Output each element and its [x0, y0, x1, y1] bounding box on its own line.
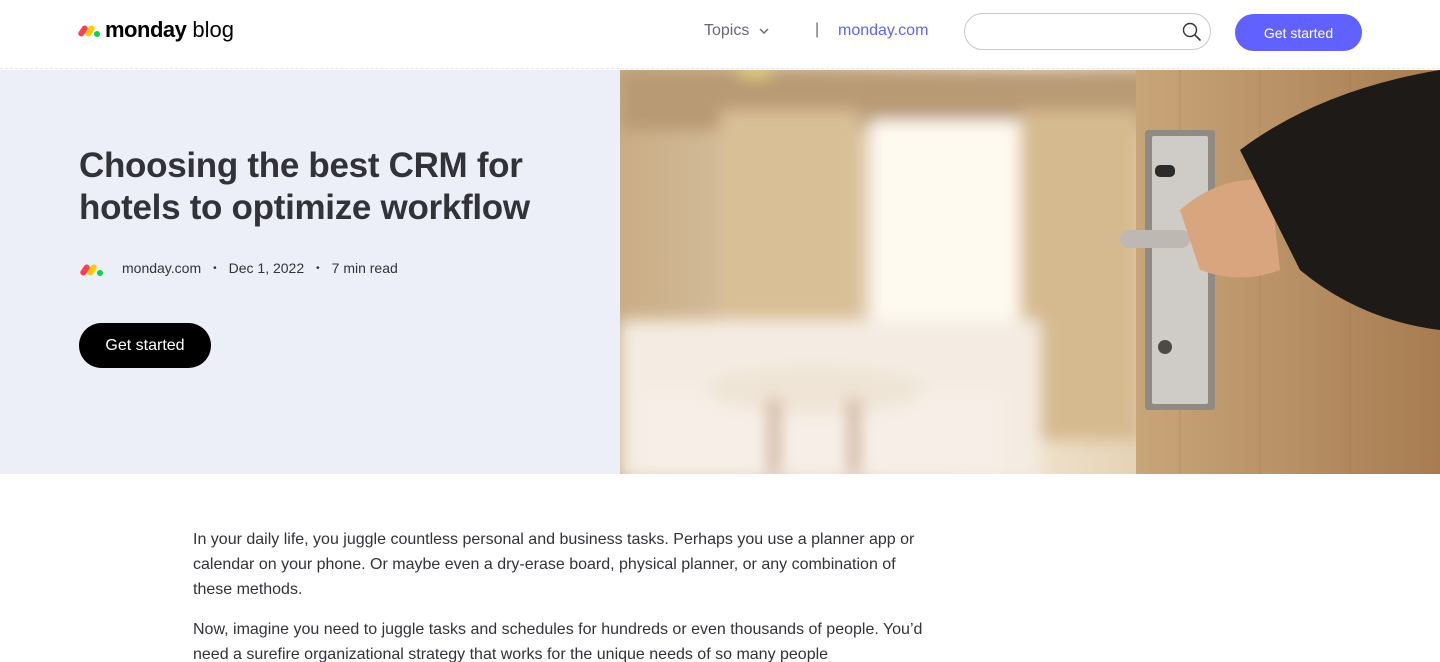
read-time: 7 min read	[331, 260, 398, 276]
hero-text-panel: Choosing the best CRM for hotels to opti…	[0, 70, 620, 474]
logo-blog-text: blog	[192, 17, 234, 42]
search-icon[interactable]	[1182, 22, 1202, 42]
header-get-started-button[interactable]: Get started	[1235, 14, 1362, 51]
search-input[interactable]	[981, 14, 1181, 49]
article-paragraph: In your daily life, you juggle countless…	[193, 531, 915, 598]
site-header: monday blog Topics | monday.com Get star…	[0, 0, 1440, 69]
chevron-down-icon	[759, 28, 769, 34]
monday-logo-icon	[77, 23, 101, 38]
publish-date: Dec 1, 2022	[228, 260, 305, 276]
nav-separator: |	[815, 21, 820, 38]
hotel-room-photo	[620, 70, 1440, 474]
monday-blog-logo[interactable]: monday blog	[77, 17, 234, 43]
hero-image	[620, 70, 1440, 474]
article-paragraph: Now, imagine you need to juggle tasks an…	[193, 621, 923, 662]
author-avatar	[79, 258, 107, 278]
article-meta: monday.com • Dec 1, 2022 • 7 min read	[79, 258, 398, 278]
topics-label: Topics	[704, 22, 750, 39]
meta-separator-dot: •	[316, 262, 320, 274]
search-box	[964, 13, 1211, 50]
monday-site-link[interactable]: monday.com	[838, 22, 928, 40]
author-name[interactable]: monday.com	[122, 260, 201, 276]
article-body: In your daily life, you juggle countless…	[193, 527, 933, 662]
logo-wordmark: monday	[105, 17, 187, 42]
hero-get-started-button[interactable]: Get started	[79, 323, 211, 368]
topics-dropdown[interactable]: Topics	[704, 22, 769, 40]
meta-separator-dot: •	[213, 262, 217, 274]
page-title: Choosing the best CRM for hotels to opti…	[79, 146, 530, 227]
